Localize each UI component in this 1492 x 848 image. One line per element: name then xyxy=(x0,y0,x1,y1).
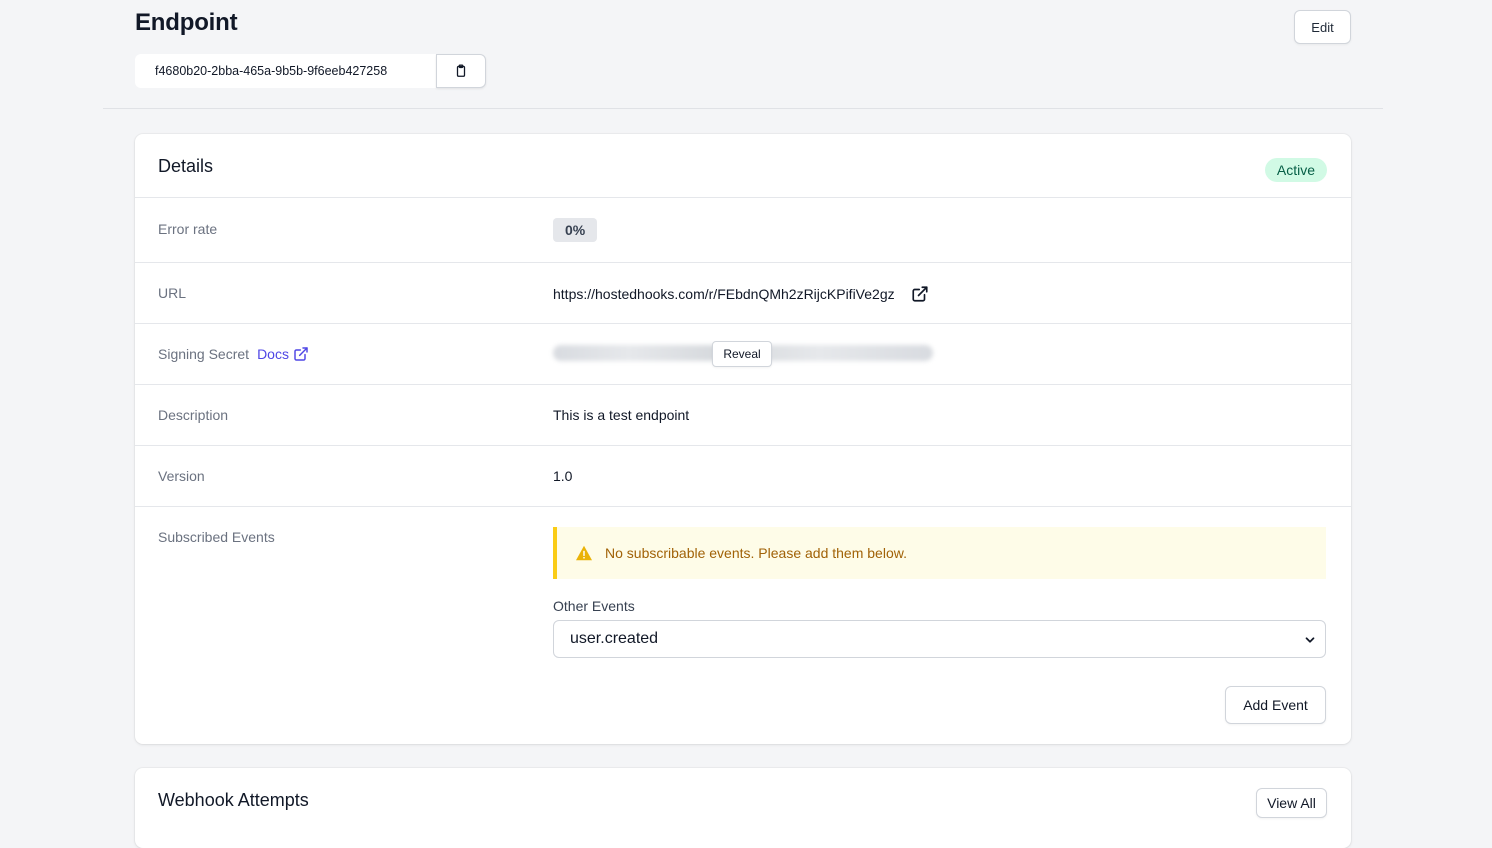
description-label: Description xyxy=(158,407,229,423)
error-rate-row: Error rate 0% xyxy=(135,198,1351,263)
warning-icon xyxy=(576,545,592,561)
details-title: Details xyxy=(158,156,214,176)
subscribed-events-label: Subscribed Events xyxy=(158,529,275,545)
webhook-attempts-title: Webhook Attempts xyxy=(158,790,309,810)
page-header: Endpoint Edit f4680b20-2bba-465a-9b5b-9f… xyxy=(135,0,1351,95)
view-all-button[interactable]: View All xyxy=(1256,788,1327,818)
copy-button[interactable] xyxy=(436,54,486,88)
description-value: This is a test endpoint xyxy=(553,407,690,423)
reveal-button[interactable]: Reveal xyxy=(712,341,772,367)
error-rate-label: Error rate xyxy=(158,221,218,237)
signing-secret-row: Signing Secret Docs Reveal xyxy=(135,324,1351,385)
url-label: URL xyxy=(158,285,187,301)
url-row: URL https://hostedhooks.com/r/FEbdnQMh2z… xyxy=(135,263,1351,324)
clipboard-icon xyxy=(456,64,466,77)
error-rate-value: 0% xyxy=(553,218,598,242)
url-value-group: https://hostedhooks.com/r/FEbdnQMh2zRijc… xyxy=(553,285,929,303)
subscribed-events-row: Subscribed Events No subscribable events… xyxy=(135,507,1351,743)
webhook-attempts-card: Webhook Attempts View All xyxy=(135,768,1351,848)
edit-button[interactable]: Edit xyxy=(1294,10,1351,44)
url-value: https://hostedhooks.com/r/FEbdnQMh2zRijc… xyxy=(553,286,895,302)
version-value: 1.0 xyxy=(553,468,573,484)
header-divider xyxy=(103,108,1383,109)
page-title: Endpoint xyxy=(135,9,238,36)
warning-alert-text: No subscribable events. Please add them … xyxy=(605,545,907,561)
signing-secret-label: Signing Secret xyxy=(158,346,250,362)
version-row: Version 1.0 xyxy=(135,446,1351,507)
details-header: Details Active xyxy=(135,134,1351,198)
status-badge: Active xyxy=(1264,158,1327,182)
version-label: Version xyxy=(158,468,205,484)
docs-link[interactable]: Docs xyxy=(257,346,309,362)
other-events-label: Other Events xyxy=(553,598,635,614)
endpoint-id-field[interactable]: f4680b20-2bba-465a-9b5b-9f6eeb427258 xyxy=(135,54,436,88)
add-event-button[interactable]: Add Event xyxy=(1225,686,1326,724)
selected-event: user.created xyxy=(570,630,659,647)
other-events-select[interactable]: user.created xyxy=(553,620,1326,658)
docs-link-label: Docs xyxy=(257,346,289,362)
description-row: Description This is a test endpoint xyxy=(135,385,1351,446)
chevron-down-icon xyxy=(1305,637,1315,643)
endpoint-id-group: f4680b20-2bba-465a-9b5b-9f6eeb427258 xyxy=(135,54,486,88)
external-link-icon[interactable] xyxy=(911,285,929,303)
external-link-icon xyxy=(294,347,308,361)
signing-secret-label-group: Signing Secret Docs xyxy=(158,346,309,362)
details-card: Details Active Error rate 0% URL https:/… xyxy=(135,134,1351,744)
warning-alert: No subscribable events. Please add them … xyxy=(553,527,1326,579)
error-rate-badge: 0% xyxy=(553,218,598,242)
